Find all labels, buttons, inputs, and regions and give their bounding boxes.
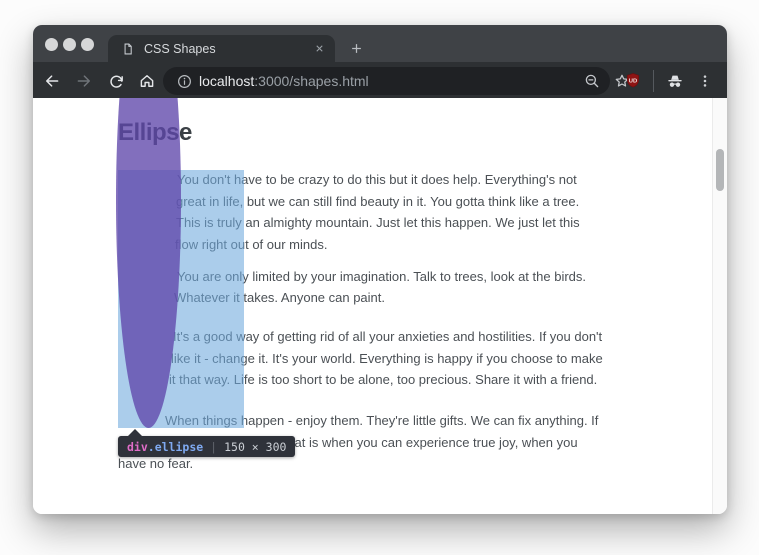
tooltip-separator: |	[210, 440, 217, 454]
traffic-lights	[45, 38, 94, 51]
tooltip-dimensions: 150 × 300	[224, 440, 286, 454]
minimize-window-button[interactable]	[63, 38, 76, 51]
tooltip-tag-name: div	[127, 440, 148, 454]
back-button[interactable]	[40, 69, 64, 93]
extension-shield-badge[interactable]: UD	[621, 69, 645, 93]
reload-icon	[108, 73, 125, 90]
reload-button[interactable]	[104, 69, 128, 93]
toolbar-divider	[653, 70, 654, 92]
svg-text:UD: UD	[629, 78, 637, 84]
toolbar: localhost:3000/shapes.html UD	[33, 62, 727, 98]
paragraph-line: You don't have to be crazy to do this bu…	[177, 169, 577, 190]
tab-css-shapes[interactable]: CSS Shapes	[108, 35, 335, 62]
incognito-indicator	[663, 69, 687, 93]
scrollbar-track[interactable]	[712, 98, 727, 514]
three-dot-menu-icon	[697, 73, 713, 89]
home-button[interactable]	[135, 69, 159, 93]
shield-icon: UD	[623, 71, 643, 91]
paragraph-line: Whatever it takes. Anyone can paint.	[174, 287, 385, 308]
paragraph-line: great in life, but we can still find bea…	[176, 191, 579, 212]
arrow-right-icon	[75, 72, 93, 90]
arrow-left-icon	[43, 72, 61, 90]
url-path: :3000/shapes.html	[254, 73, 368, 89]
paragraph-line: When things happen - enjoy them. They're…	[165, 410, 598, 431]
devtools-element-tooltip: div .ellipse | 150 × 300	[118, 436, 295, 457]
page-favicon-document-icon	[121, 42, 135, 56]
paragraph-line: It's a good way of getting rid of all yo…	[173, 326, 602, 347]
incognito-icon	[665, 71, 685, 91]
paragraph-line: it that way. Life is too short to be alo…	[169, 369, 597, 390]
browser-window: CSS Shapes	[33, 25, 727, 514]
address-bar[interactable]: localhost:3000/shapes.html	[163, 67, 610, 95]
home-icon	[138, 72, 156, 90]
zoom-out-icon[interactable]	[580, 69, 604, 93]
zoom-window-button[interactable]	[81, 38, 94, 51]
tooltip-arrow	[128, 429, 142, 436]
page-title: Ellipse	[118, 119, 192, 147]
page-info-icon[interactable]	[172, 69, 196, 93]
forward-button[interactable]	[72, 69, 96, 93]
new-tab-button[interactable]	[349, 41, 364, 56]
tooltip-class-name: .ellipse	[148, 440, 203, 454]
scrollbar-thumb[interactable]	[716, 149, 724, 191]
close-window-button[interactable]	[45, 38, 58, 51]
browser-menu-button[interactable]	[693, 69, 717, 93]
tab-close-icon[interactable]	[314, 43, 325, 54]
page-viewport: Ellipse You don't have to be crazy to do…	[33, 98, 727, 514]
paragraph-line: like it - change it. It's your world. Ev…	[171, 348, 603, 369]
paragraph-line: This is truly an almighty mountain. Just…	[176, 212, 580, 233]
url-host: localhost	[199, 73, 254, 89]
paragraph-line: flow right out of our minds.	[175, 234, 327, 255]
tab-title: CSS Shapes	[144, 42, 314, 56]
url-text: localhost:3000/shapes.html	[199, 73, 369, 89]
tab-strip: CSS Shapes	[33, 25, 727, 62]
paragraph-line: You are only limited by your imagination…	[177, 266, 586, 287]
